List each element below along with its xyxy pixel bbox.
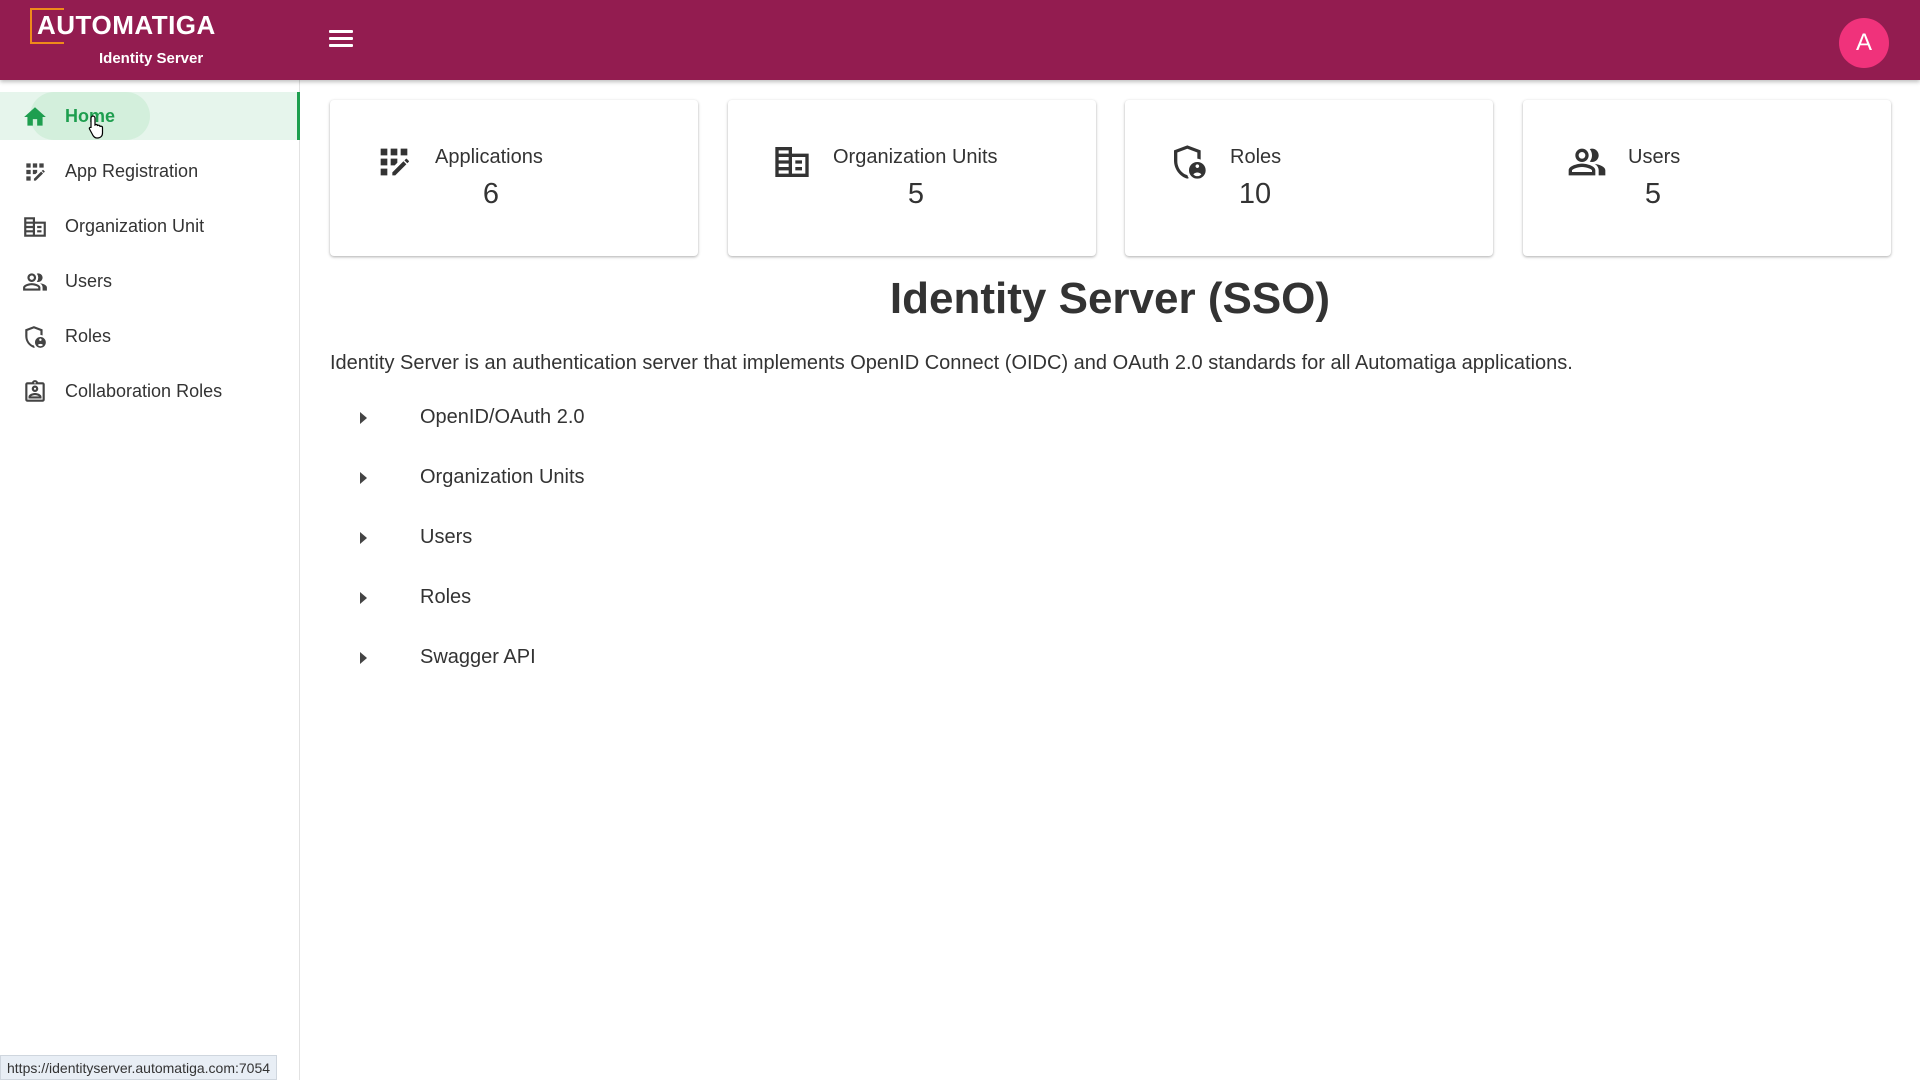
app-registration-icon [26, 163, 45, 181]
brand-subtitle: Identity Server [99, 50, 204, 67]
brand-name: AUTOMATIGA [37, 10, 216, 40]
stat-card-value: 6 [482, 178, 500, 210]
intro-text: Identity Server is an authentication ser… [330, 352, 1573, 374]
app-bar: AUTOMATIGA Identity Server A [0, 0, 1920, 80]
expander-label: Users [420, 526, 473, 548]
expander-label: Organization Units [420, 466, 585, 488]
stat-card-users[interactable]: Users 5 [1523, 100, 1891, 256]
app-registration-icon [380, 148, 410, 176]
pointer-cursor-icon [88, 115, 104, 139]
user-avatar[interactable]: A [1839, 18, 1889, 68]
expander-label: OpenID/OAuth 2.0 [420, 406, 585, 428]
stat-card-applications[interactable]: Applications 6 [330, 100, 698, 256]
stat-card-value: 10 [1238, 178, 1272, 210]
stat-card-roles[interactable]: Roles 10 [1125, 100, 1493, 256]
stat-card-title: Users [1628, 146, 1681, 168]
brand-logo[interactable]: AUTOMATIGA Identity Server [30, 6, 215, 72]
stat-card-title: Organization Units [833, 146, 998, 168]
expander-label: Roles [420, 586, 472, 608]
roles-icon [1174, 145, 1206, 179]
sidebar-item-roles[interactable]: Roles [0, 312, 300, 360]
sidebar-item-label: Roles [65, 326, 112, 346]
stat-card-title: Applications [435, 146, 543, 168]
stat-card-title: Roles [1230, 146, 1282, 168]
sidebar-item-label: App Registration [65, 161, 199, 181]
caret-right-icon [360, 652, 367, 664]
hamburger-menu-icon[interactable] [326, 26, 356, 52]
sidebar-item-label: Users [65, 271, 113, 291]
sidebar-item-organization-unit[interactable]: Organization Unit [0, 202, 300, 250]
caret-right-icon [360, 412, 367, 424]
organization-icon [775, 147, 809, 177]
home-icon [24, 107, 46, 126]
status-bar-url: https://identityserver.automatiga.com:70… [0, 1055, 278, 1080]
expander-label: Swagger API [420, 646, 536, 668]
caret-right-icon [360, 532, 367, 544]
stat-card-value: 5 [1644, 178, 1662, 210]
sidebar-item-label: Collaboration Roles [65, 381, 223, 401]
roles-icon [25, 326, 46, 348]
stat-card-value: 5 [907, 178, 925, 210]
users-icon [23, 273, 47, 291]
sidebar-item-app-registration[interactable]: App Registration [0, 147, 300, 195]
users-icon [1568, 148, 1606, 176]
caret-right-icon [360, 472, 367, 484]
organization-icon [24, 217, 46, 237]
collaboration-roles-icon [25, 380, 45, 402]
sidebar-item-label: Organization Unit [65, 216, 205, 236]
caret-right-icon [360, 592, 367, 604]
stat-card-organization-units[interactable]: Organization Units 5 [728, 100, 1096, 256]
sidebar: Home App Registration Organization Unit … [0, 80, 300, 1080]
sidebar-item-home[interactable]: Home [0, 92, 300, 140]
page-title: Identity Server (SSO) [889, 274, 1331, 323]
sidebar-item-users[interactable]: Users [0, 257, 300, 305]
sidebar-item-collaboration-roles[interactable]: Collaboration Roles [0, 367, 300, 415]
